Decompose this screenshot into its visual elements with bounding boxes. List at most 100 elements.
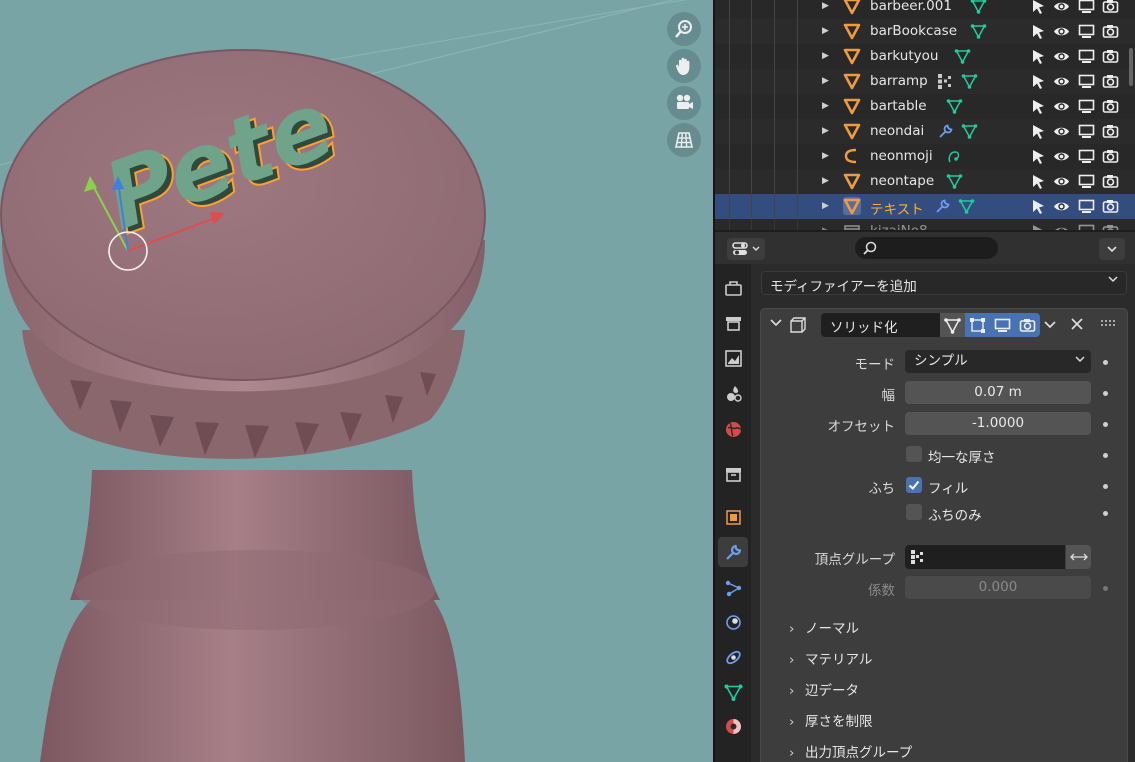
visibility-eye-icon[interactable] [1053, 223, 1070, 230]
properties-options-dropdown[interactable] [1099, 238, 1125, 260]
tab-output[interactable] [718, 343, 748, 373]
rim-only-checkbox[interactable] [906, 504, 922, 520]
selectable-toggle-icon[interactable] [1030, 173, 1047, 190]
tab-scene[interactable] [718, 414, 748, 444]
outliner-item-name[interactable]: neonmoji [870, 148, 933, 164]
visibility-eye-icon[interactable] [1053, 73, 1070, 90]
viewport-toggle-icon[interactable] [1078, 23, 1095, 40]
even-thickness-animate-dot[interactable] [1103, 453, 1108, 458]
viewport-toggle-icon[interactable] [1078, 198, 1095, 215]
mesh-data-icon[interactable] [954, 48, 971, 65]
selectable-toggle-icon[interactable] [1030, 98, 1047, 115]
outliner-row[interactable]: ▶ barbeer.001 [715, 0, 1135, 19]
outliner-row[interactable]: ▶ kizaiNo8 [715, 219, 1135, 230]
selectable-toggle-icon[interactable] [1030, 198, 1047, 215]
mesh-data-icon[interactable] [961, 123, 978, 140]
viewport-toggle-icon[interactable] [1078, 48, 1095, 65]
expand-arrow-icon[interactable]: ▶ [822, 175, 832, 187]
tab-tool[interactable] [718, 273, 748, 303]
outliner-row[interactable]: ▶ barBookcase [715, 19, 1135, 44]
selectable-toggle-icon[interactable] [1030, 148, 1047, 165]
outliner-item-name[interactable]: kizaiNo8 [870, 223, 928, 230]
offset-animate-dot[interactable] [1103, 422, 1108, 427]
properties-search-input[interactable] [855, 237, 998, 259]
visibility-eye-icon[interactable] [1053, 0, 1070, 15]
viewport-toggle-icon[interactable] [1078, 73, 1095, 90]
vertex-group-invert-toggle[interactable] [1066, 545, 1091, 569]
expand-arrow-icon[interactable]: ▶ [822, 75, 832, 87]
close-icon[interactable] [1069, 315, 1085, 333]
tab-material[interactable] [718, 711, 748, 741]
outliner-item-name[interactable]: neontape [870, 173, 934, 189]
mesh-data-icon[interactable] [961, 73, 978, 90]
expand-arrow-icon[interactable]: ▶ [822, 100, 832, 112]
selectable-toggle-icon[interactable] [1030, 23, 1047, 40]
render-toggle-icon[interactable] [1102, 123, 1119, 140]
mesh-data-icon[interactable] [958, 198, 975, 215]
render-toggle-icon[interactable] [1102, 48, 1119, 65]
tab-render[interactable] [718, 308, 748, 338]
rim-fill-animate-dot[interactable] [1103, 484, 1108, 489]
tab-view-layer[interactable] [718, 378, 748, 408]
render-toggle-icon[interactable] [1102, 73, 1119, 90]
zoom-icon[interactable] [667, 12, 701, 46]
render-toggle-icon[interactable] [1102, 198, 1119, 215]
drag-handle-icon[interactable] [1101, 319, 1117, 327]
mesh-data-icon[interactable] [970, 0, 987, 15]
expand-arrow-icon[interactable]: ▶ [822, 150, 832, 162]
modifier-wrench-icon[interactable] [934, 198, 951, 215]
selectable-toggle-icon[interactable] [1030, 0, 1047, 15]
mode-dropdown[interactable]: シンプル [905, 350, 1091, 373]
tab-physics[interactable] [718, 607, 748, 637]
mesh-data-icon[interactable] [946, 98, 963, 115]
outliner-item-name[interactable]: neondai [870, 123, 924, 139]
subpanel-header[interactable]: › 辺データ [789, 679, 859, 699]
outliner-item-name[interactable]: barkutyou [870, 48, 938, 64]
outliner-row[interactable]: ▶ barramp [715, 69, 1135, 94]
outliner-row[interactable]: ▶ neondai [715, 119, 1135, 144]
viewport-toggle-icon[interactable] [1078, 173, 1095, 190]
render-toggle-icon[interactable] [1102, 98, 1119, 115]
vertex-group-field[interactable] [905, 545, 1065, 569]
viewport-toggle-icon[interactable] [1078, 0, 1095, 15]
add-modifier-dropdown[interactable]: モディファイアーを追加 [761, 271, 1127, 295]
expand-arrow-icon[interactable]: ▶ [822, 50, 832, 62]
subpanel-header[interactable]: › ノーマル [789, 617, 859, 637]
modifier-wrench-icon[interactable] [937, 123, 954, 140]
editor-type-button[interactable] [727, 238, 765, 260]
selectable-toggle-icon[interactable] [1030, 48, 1047, 65]
selectable-toggle-icon[interactable] [1030, 123, 1047, 140]
render-toggle-icon[interactable] [1102, 173, 1119, 190]
subpanel-header[interactable]: › 出力頂点グループ [789, 741, 912, 761]
outliner-row[interactable]: ▶ テキスト [715, 194, 1135, 219]
visibility-eye-icon[interactable] [1053, 173, 1070, 190]
outliner-item-name[interactable]: bartable [870, 98, 927, 114]
subpanel-header[interactable]: › マテリアル [789, 648, 872, 668]
expand-arrow-icon[interactable]: ▶ [822, 125, 832, 137]
render-toggle-icon[interactable] [1102, 148, 1119, 165]
outliner[interactable]: ▶ barbeer.001 ▶ barBookcase ▶ barkutyou ▶ barra… [715, 0, 1135, 230]
factor-field[interactable]: 0.000 [905, 576, 1091, 599]
viewport-toggle-icon[interactable] [1078, 223, 1095, 230]
tab-object[interactable] [718, 502, 748, 532]
expand-arrow-icon[interactable]: ▶ [822, 25, 832, 37]
visibility-eye-icon[interactable] [1053, 198, 1070, 215]
camera-view-icon[interactable] [667, 86, 701, 120]
outliner-item-name[interactable]: barramp [870, 73, 928, 89]
outliner-item-name[interactable]: barBookcase [870, 23, 957, 39]
visibility-eye-icon[interactable] [1053, 23, 1070, 40]
3d-viewport[interactable]: Pete Pete [0, 0, 713, 762]
vertex-group-icon[interactable] [937, 73, 954, 90]
mesh-data-icon[interactable] [970, 23, 987, 40]
selectable-toggle-icon[interactable] [1030, 73, 1047, 90]
outliner-scrollbar[interactable] [1129, 48, 1133, 86]
expand-arrow-icon[interactable]: ▶ [822, 200, 832, 212]
modifier-name-field[interactable]: ソリッド化 [821, 313, 940, 337]
mode-animate-dot[interactable] [1103, 360, 1108, 365]
rim-only-animate-dot[interactable] [1103, 511, 1108, 516]
render-toggle-icon[interactable] [1102, 23, 1119, 40]
edit-mode-toggle[interactable] [965, 313, 990, 337]
even-thickness-checkbox[interactable] [906, 446, 922, 462]
visibility-eye-icon[interactable] [1053, 123, 1070, 140]
expand-arrow-icon[interactable]: ▶ [822, 0, 832, 12]
